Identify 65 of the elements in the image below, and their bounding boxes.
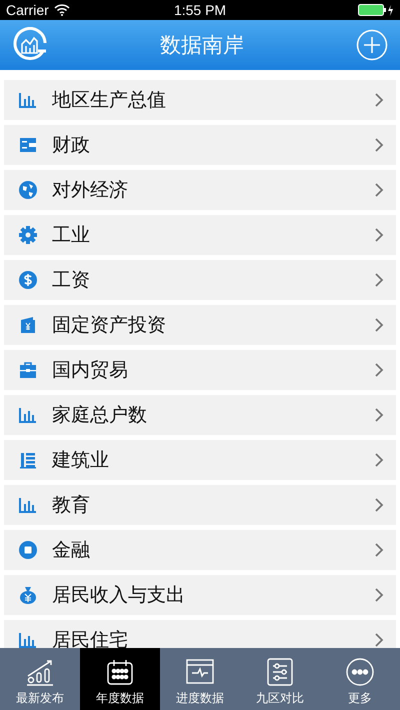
add-button[interactable] — [356, 29, 388, 61]
bar-chart-icon — [18, 90, 38, 110]
calendar-icon — [105, 657, 135, 687]
globe-icon — [18, 180, 38, 200]
status-time: 1:55 PM — [174, 2, 226, 18]
category-item[interactable]: 金融 — [4, 530, 396, 570]
category-label: 工业 — [52, 223, 91, 248]
dollar-icon — [18, 270, 38, 290]
bar-chart-icon — [18, 495, 38, 515]
chevron-right-icon — [374, 453, 384, 467]
chevron-right-icon — [374, 318, 384, 332]
tab-bar-item[interactable]: 最新发布 — [0, 648, 80, 710]
category-label: 教育 — [52, 493, 91, 518]
gear-icon — [18, 225, 38, 245]
wallet-icon — [18, 135, 38, 155]
category-label: 居民收入与支出 — [52, 583, 186, 608]
bar-chart-icon — [18, 405, 38, 425]
tab-bar-item[interactable]: 九区对比 — [240, 648, 320, 710]
category-item[interactable]: 家庭总户数 — [4, 395, 396, 435]
tab-bar-item[interactable]: 年度数据 — [80, 648, 160, 710]
category-label: 国内贸易 — [52, 358, 129, 383]
category-item[interactable]: 居民收入与支出 — [4, 575, 396, 615]
carrier-name: Carrier — [6, 2, 49, 18]
chevron-right-icon — [374, 588, 384, 602]
stop-icon — [18, 540, 38, 560]
category-label: 家庭总户数 — [52, 403, 148, 428]
briefcase-icon — [18, 360, 38, 380]
category-label: 财政 — [52, 133, 91, 158]
chevron-right-icon — [374, 498, 384, 512]
chevron-right-icon — [374, 633, 384, 647]
chevron-right-icon — [374, 273, 384, 287]
category-label: 工资 — [52, 268, 91, 293]
chevron-right-icon — [374, 408, 384, 422]
logo-icon — [12, 27, 48, 63]
category-item[interactable]: 固定资产投资 — [4, 305, 396, 345]
category-label: 建筑业 — [52, 448, 110, 473]
category-label: 地区生产总值 — [52, 88, 167, 113]
wifi-icon — [54, 4, 70, 16]
chevron-right-icon — [374, 363, 384, 377]
yen-card-icon — [18, 315, 38, 335]
category-label: 对外经济 — [52, 178, 129, 203]
chevron-right-icon — [374, 228, 384, 242]
app-title: 数据南岸 — [160, 32, 244, 59]
category-item[interactable]: 工业 — [4, 215, 396, 255]
category-item[interactable]: 国内贸易 — [4, 350, 396, 390]
money-bag-icon — [18, 585, 38, 605]
more-icon — [345, 657, 375, 687]
chevron-right-icon — [374, 138, 384, 152]
category-label: 金融 — [52, 538, 91, 563]
category-item[interactable]: 建筑业 — [4, 440, 396, 480]
category-item[interactable]: 财政 — [4, 125, 396, 165]
chevron-right-icon — [374, 543, 384, 557]
category-item[interactable]: 教育 — [4, 485, 396, 525]
category-item[interactable]: 工资 — [4, 260, 396, 300]
chevron-right-icon — [374, 93, 384, 107]
battery-icon — [358, 4, 394, 16]
tab-bar-item[interactable]: 进度数据 — [160, 648, 240, 710]
list-icon — [18, 450, 38, 470]
category-item[interactable]: 对外经济 — [4, 170, 396, 210]
category-label: 固定资产投资 — [52, 313, 167, 338]
sliders-icon — [265, 657, 295, 687]
category-item[interactable]: 地区生产总值 — [4, 80, 396, 120]
chevron-right-icon — [374, 183, 384, 197]
tab-bar-item[interactable]: 更多 — [320, 648, 400, 710]
bar-chart-icon — [18, 630, 38, 648]
